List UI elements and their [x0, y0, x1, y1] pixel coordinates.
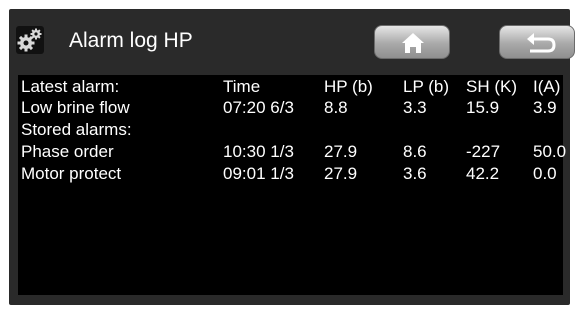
alarm-sh: 15.9 [466, 98, 500, 117]
alarm-name: Phase order [21, 142, 114, 161]
header-hp: HP (b) [324, 77, 373, 96]
home-button[interactable] [374, 25, 450, 59]
alarm-table: Latest alarm: Time HP (b) LP (b) SH (K) … [18, 75, 567, 295]
page-title: Alarm log HP [69, 29, 193, 52]
gears-icon[interactable] [16, 26, 44, 54]
alarm-hp: 27.9 [324, 164, 358, 183]
alarm-time: 07:20 6/3 [223, 98, 294, 117]
header-latest-alarm: Latest alarm: [21, 77, 120, 96]
stored-alarms-label: Stored alarms: [21, 120, 132, 139]
alarm-sh: 42.2 [466, 164, 500, 183]
alarm-current: 3.9 [533, 98, 557, 117]
header-lp: LP (b) [403, 77, 449, 96]
alarm-time: 10:30 1/3 [223, 142, 294, 161]
alarm-lp: 8.6 [403, 142, 427, 161]
alarm-lp: 3.6 [403, 164, 427, 183]
table-row[interactable]: Phase order 10:30 1/3 27.9 8.6 -227 50.0 [18, 141, 567, 163]
alarm-current: 50.0 [533, 142, 567, 161]
stored-alarms-label-row: Stored alarms: [18, 119, 563, 141]
header-sh: SH (K) [466, 77, 517, 96]
screen-frame: Alarm log HP Latest alarm: Time HP (b) L… [9, 9, 575, 305]
alarm-hp: 27.9 [324, 142, 358, 161]
header-current: I(A) [533, 77, 561, 96]
alarm-time: 09:01 1/3 [223, 164, 294, 183]
alarm-hp: 8.8 [324, 98, 348, 117]
header-time: Time [223, 77, 261, 96]
alarm-lp: 3.3 [403, 98, 427, 117]
alarm-name: Motor protect [21, 164, 122, 183]
home-icon [402, 33, 424, 53]
table-header-row: Latest alarm: Time HP (b) LP (b) SH (K) … [18, 76, 563, 98]
header-bar: Alarm log HP [9, 9, 575, 75]
alarm-sh: -227 [466, 142, 501, 161]
back-arrow-icon [527, 33, 556, 53]
alarm-current: 0.0 [533, 164, 557, 183]
table-row[interactable]: Motor protect 09:01 1/3 27.9 3.6 42.2 0.… [18, 163, 563, 185]
alarm-name: Low brine flow [21, 98, 130, 117]
back-button[interactable] [499, 25, 575, 59]
table-row[interactable]: Low brine flow 07:20 6/3 8.8 3.3 15.9 3.… [18, 97, 563, 119]
